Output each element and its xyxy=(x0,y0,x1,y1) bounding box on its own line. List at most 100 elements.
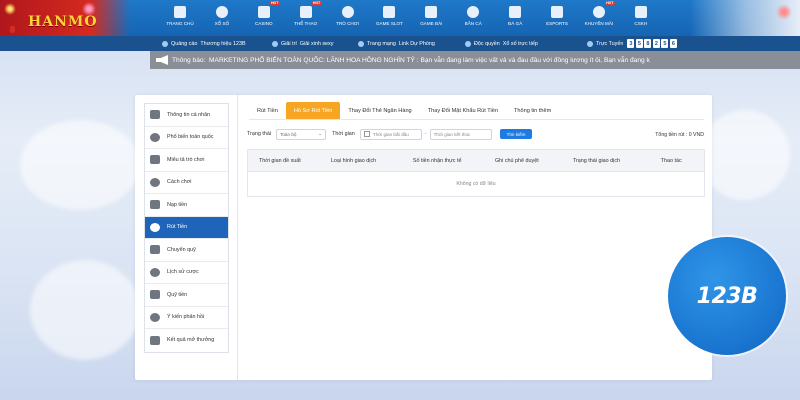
end-date-input[interactable]: Thời gian kết thúc xyxy=(429,128,492,140)
start-date-placeholder: Thời gian bắt đầu xyxy=(372,131,409,137)
site-logo[interactable]: HANMO xyxy=(0,0,130,36)
time-label: Thời gian xyxy=(332,131,355,137)
sidebar-item-label: Ý kiến phản hồi xyxy=(167,314,205,321)
nav-item-home[interactable]: TRANG CHỦ xyxy=(160,0,200,36)
gift-icon xyxy=(592,6,605,18)
tab-2[interactable]: Thay Đổi Thẻ Ngân Hàng xyxy=(340,102,419,119)
search-button[interactable]: Tìm kiếm xyxy=(499,129,533,139)
sidebar-item-withdraw[interactable]: Rút Tiền xyxy=(145,216,228,239)
tab-0[interactable]: Rút Tiền xyxy=(249,102,286,119)
sidebar-item-dice[interactable]: Cách chơi xyxy=(145,172,228,194)
online-digit: 6 xyxy=(669,39,677,48)
globe-icon xyxy=(358,40,364,47)
hot-badge: HOT xyxy=(604,1,615,5)
nav-item-fish[interactable]: BẮN CÁ xyxy=(453,0,493,36)
online-digit: 2 xyxy=(652,39,660,48)
shield-icon xyxy=(465,40,471,47)
nav-item-slot[interactable]: GAME SLOT xyxy=(369,0,409,36)
sidebar-item-label: Chuyển quỹ xyxy=(167,246,196,253)
nav-item-support[interactable]: CSKH xyxy=(621,0,661,36)
clock-icon xyxy=(150,335,160,345)
ads-label: Quảng cáo xyxy=(171,40,198,47)
notice-text: MARKETING PHỔ BIẾN TOÀN QUỐC: LÃNH HOA H… xyxy=(209,56,650,64)
gamepad-icon xyxy=(341,6,354,18)
withdraw-history-table: Thời gian đề xuất Loại hình giao dịch Số t… xyxy=(247,149,705,197)
filter-bar: Trạng thái Toàn bộ ⌄ Thời gian Thời gian… xyxy=(247,128,533,140)
table-column-header: Thao tác xyxy=(660,157,682,164)
nav-item-esports[interactable]: ESPORTS xyxy=(537,0,577,36)
sidebar-item-user-card[interactable]: Thông tin cá nhân xyxy=(145,104,228,127)
table-empty-row: Không có dữ liệu xyxy=(248,172,704,196)
rights-link[interactable]: Độc quyền Xổ số trực tiếp xyxy=(465,36,538,51)
transfer-icon xyxy=(150,245,160,255)
backup-link[interactable]: Trang mạng Link Dự Phòng xyxy=(358,36,435,51)
sidebar-item-wallet[interactable]: Quỹ tiền xyxy=(145,284,228,307)
backup-label: Trang mạng xyxy=(367,40,396,47)
badge-logo-text: 123B xyxy=(696,283,758,309)
nav-label: ESPORTS xyxy=(546,21,568,26)
online-digit: 5 xyxy=(661,39,669,48)
sidebar-item-gamepad[interactable]: Miêu tả trò chơi xyxy=(145,149,228,172)
nav-label: KHUYẾN MÃI xyxy=(584,21,614,26)
sidebar-item-clock[interactable]: Kết quả mở thưởng xyxy=(145,329,228,352)
account-sidebar: Thông tin cá nhân Phổ biến toàn quốc Miêu … xyxy=(135,95,238,380)
sidebar-item-label: Rút Tiền xyxy=(167,224,188,231)
sidebar-item-label: Thông tin cá nhân xyxy=(167,111,211,118)
nav-item-gift[interactable]: KHUYẾN MÃI HOT xyxy=(579,0,619,36)
online-counter: Trực Tuyến 358256 xyxy=(587,36,678,51)
hot-badge: HOT xyxy=(269,1,280,5)
nav-label: XỔ SỐ xyxy=(214,21,230,26)
table-column-header: Ghi chú phê duyệt xyxy=(494,157,539,164)
header-decoration xyxy=(690,0,800,36)
nav-label: CSKH xyxy=(634,21,648,26)
withdraw-content: Rút Tiền Hồ Sơ Rút Tiền Thay Đổi Thẻ Ngân … xyxy=(239,95,712,380)
backup-value: Link Dự Phòng xyxy=(398,40,435,47)
award-value: Giải xinh sexy xyxy=(299,40,334,47)
chevron-down-icon: ⌄ xyxy=(318,131,323,136)
nav-item-rooster[interactable]: ĐÁ GÀ xyxy=(495,0,535,36)
calendar-icon xyxy=(363,131,370,137)
nav-item-casino[interactable]: CASINO HOT xyxy=(244,0,284,36)
ads-link[interactable]: Quảng cáo Thương hiệu 123B xyxy=(162,36,246,51)
table-column-header: Trạng thái giao dịch xyxy=(572,157,621,164)
online-icon xyxy=(587,40,593,47)
nav-item-lottery[interactable]: XỔ SỐ xyxy=(202,0,242,36)
sidebar-item-transfer[interactable]: Chuyển quỹ xyxy=(145,239,228,262)
account-panel: Thông tin cá nhân Phổ biến toàn quốc Miêu … xyxy=(135,95,712,380)
online-digit: 8 xyxy=(644,39,652,48)
nav-item-cards[interactable]: GAME BÀI xyxy=(411,0,451,36)
tab-3[interactable]: Thay Đổi Mật Khẩu Rút Tiền xyxy=(420,102,506,119)
sidebar-item-diamond[interactable]: Phổ biến toàn quốc xyxy=(145,127,228,149)
info-bar: Quảng cáo Thương hiệu 123B Giải trí Giải… xyxy=(0,36,800,51)
home-icon xyxy=(174,6,186,18)
sidebar-item-label: Quỹ tiền xyxy=(167,291,188,298)
nav-item-gamepad[interactable]: TRÒ CHƠI xyxy=(328,0,368,36)
slot-icon xyxy=(383,6,396,18)
online-digit: 5 xyxy=(635,39,643,48)
rights-value: Xổ số trực tiếp xyxy=(502,40,538,47)
main-nav: TRANG CHỦ XỔ SỐ CASINO HOT THỂ THAO HOT TRÒ CH… xyxy=(160,0,663,36)
tab-4[interactable]: Thông tin thêm xyxy=(506,102,559,119)
withdraw-icon xyxy=(150,222,160,232)
sidebar-item-history[interactable]: Lịch sử cược xyxy=(145,262,228,284)
total-withdraw: Tổng tiền rút : 0 VND xyxy=(655,132,704,138)
rooster-icon xyxy=(509,6,522,18)
award-link[interactable]: Giải trí Giải xinh sexy xyxy=(272,36,333,51)
firework-decoration xyxy=(4,3,16,15)
tab-1[interactable]: Hồ Sơ Rút Tiền xyxy=(285,102,341,119)
lottery-icon xyxy=(215,6,228,18)
status-select[interactable]: Toàn bộ ⌄ xyxy=(276,128,327,140)
empty-message: Không có dữ liệu xyxy=(456,181,496,187)
start-date-input[interactable]: Thời gian bắt đầu xyxy=(359,128,422,140)
online-label: Trực Tuyến xyxy=(596,40,624,47)
sidebar-item-deposit[interactable]: Nạp tiền xyxy=(145,194,228,217)
online-digit: 3 xyxy=(627,39,635,48)
casino-icon xyxy=(257,6,270,18)
background-cloud xyxy=(700,110,790,200)
sidebar-item-label: Phổ biến toàn quốc xyxy=(167,134,214,141)
top-navbar: HANMO TRANG CHỦ XỔ SỐ CASINO HOT THỂ THAO HOT… xyxy=(0,0,800,36)
sidebar-item-chat[interactable]: Ý kiến phản hồi xyxy=(145,307,228,329)
background-cloud xyxy=(20,120,140,210)
table-column-header: Số tiền nhận thực tế xyxy=(412,157,462,164)
nav-item-soccer[interactable]: THỂ THAO HOT xyxy=(286,0,326,36)
